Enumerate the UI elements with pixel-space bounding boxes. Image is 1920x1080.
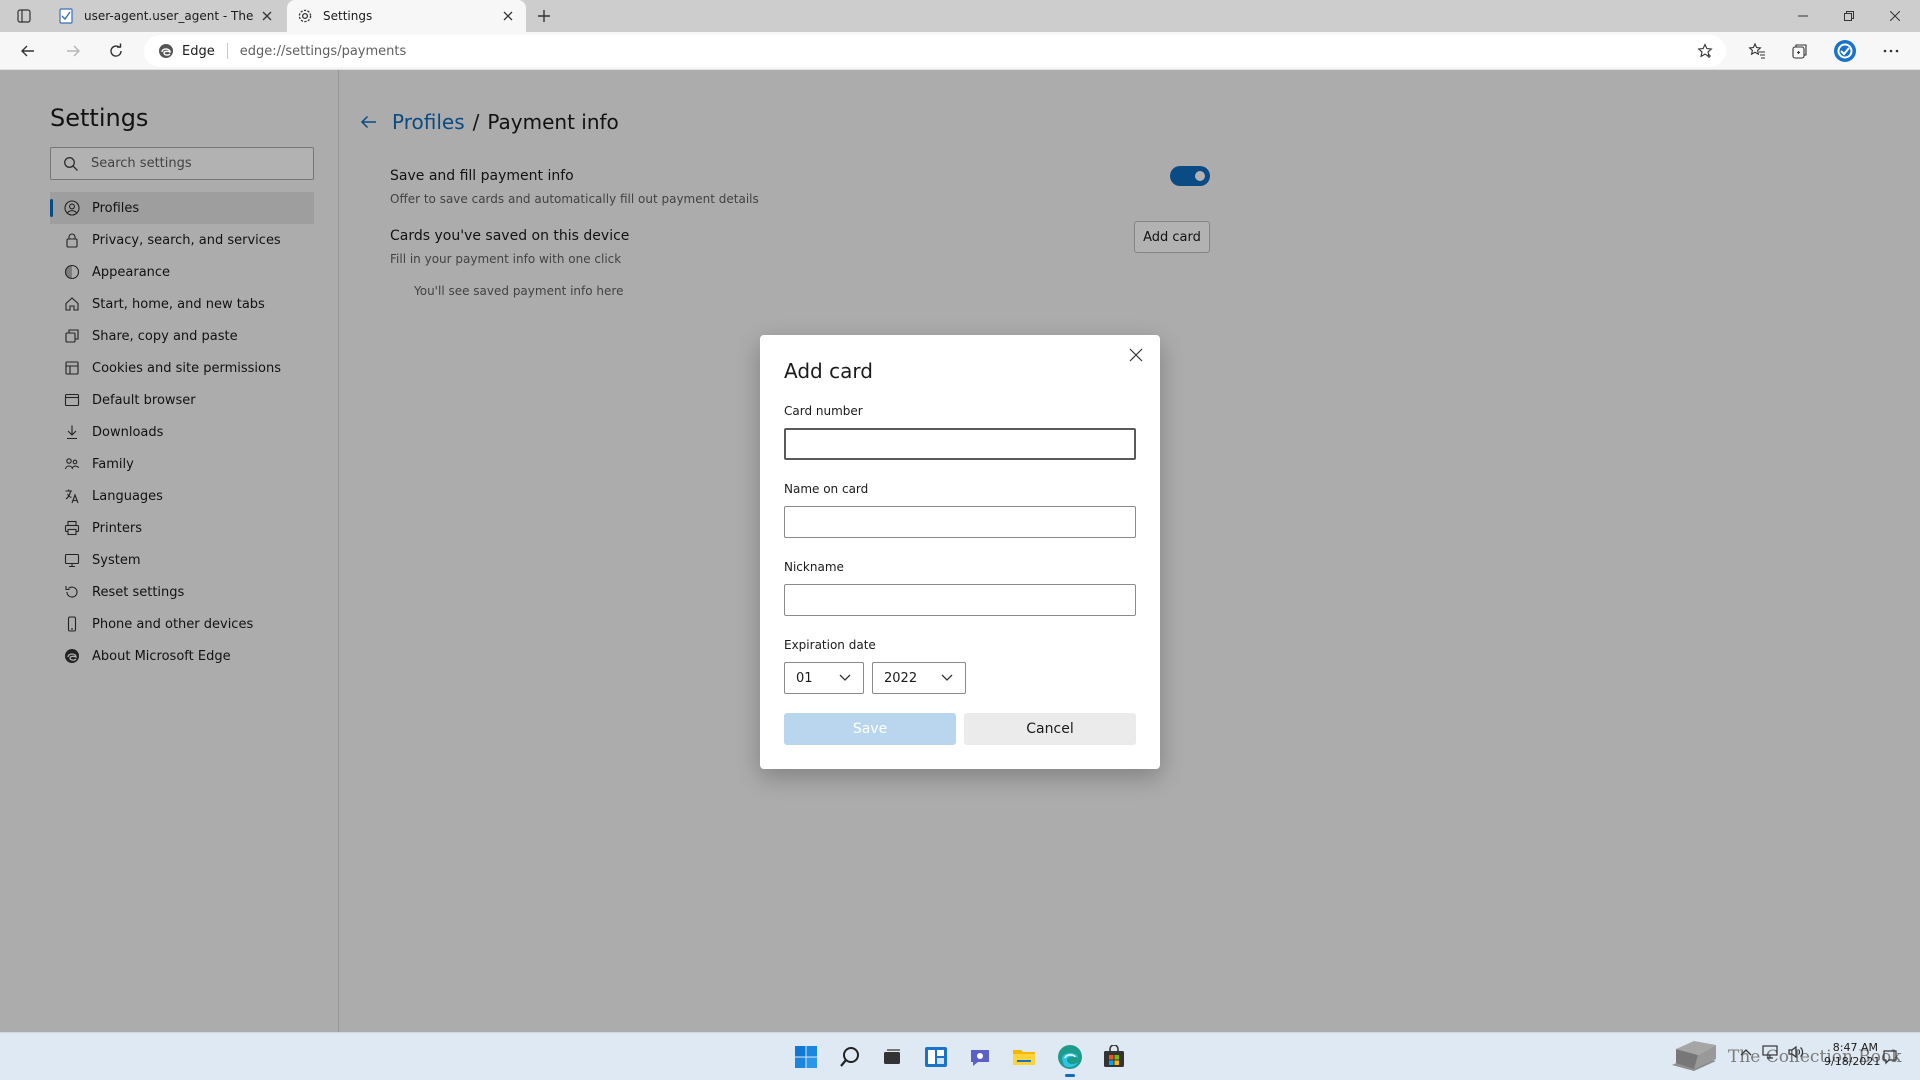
add-card-dialog: Add card Card number Name on card Nickna… (760, 335, 1160, 769)
chevron-up-icon[interactable] (1740, 1048, 1752, 1056)
collections-icon (1792, 44, 1807, 59)
card-number-input[interactable] (784, 428, 1136, 460)
arrow-left-icon (21, 45, 34, 57)
url-text[interactable]: edge://settings/payments (240, 44, 407, 59)
book-logo-icon (1672, 1041, 1716, 1071)
edge-logo-icon (159, 44, 173, 58)
gear-icon (297, 8, 313, 24)
widgets-icon[interactable] (920, 1041, 952, 1073)
name-on-card-label: Name on card (784, 482, 869, 496)
notification-icon[interactable] (1880, 1047, 1900, 1067)
collections-button[interactable] (1785, 37, 1815, 65)
name-on-card-input[interactable] (784, 506, 1136, 538)
year-value: 2022 (884, 670, 918, 686)
address-separator (226, 43, 228, 59)
chevron-down-icon (837, 670, 853, 686)
address-toolbar: Edge edge://settings/payments (0, 32, 1920, 70)
favorites-icon (1748, 42, 1765, 59)
new-tab-button[interactable] (532, 4, 556, 28)
close-icon (1890, 11, 1900, 21)
nickname-label: Nickname (784, 560, 844, 574)
avatar-icon (1834, 40, 1856, 62)
document-icon (58, 8, 74, 24)
volume-icon[interactable] (1788, 1045, 1804, 1059)
tab-user-agent[interactable]: user-agent.user_agent - The Coll (48, 0, 285, 32)
add-favorite-icon[interactable] (1694, 40, 1716, 62)
dialog-close-button[interactable] (1122, 341, 1150, 369)
close-window-button[interactable] (1872, 0, 1918, 32)
minimize-icon (1798, 15, 1808, 17)
clock-date: 9/18/2021 (1824, 1055, 1881, 1068)
close-icon (1129, 348, 1143, 362)
site-identity: Edge (182, 43, 215, 59)
network-icon[interactable] (1762, 1045, 1778, 1059)
plus-icon (538, 10, 550, 22)
save-button[interactable]: Save (784, 713, 956, 745)
close-tab-icon[interactable] (257, 6, 277, 26)
expiration-month-select[interactable]: 01 (784, 662, 864, 694)
close-tab-icon[interactable] (498, 6, 518, 26)
expiration-date-label: Expiration date (784, 638, 876, 652)
profile-button[interactable] (1830, 37, 1860, 65)
restore-icon (1844, 11, 1854, 21)
more-icon (1883, 49, 1899, 53)
arrow-right-icon (67, 45, 80, 57)
more-options-button[interactable] (1876, 37, 1906, 65)
refresh-icon (110, 43, 122, 57)
favorites-button[interactable] (1742, 37, 1772, 65)
refresh-button[interactable] (101, 37, 131, 65)
dialog-title: Add card (784, 359, 873, 383)
back-button[interactable] (13, 37, 43, 65)
clock[interactable]: 8:47 AM 9/18/2021 (1824, 1041, 1881, 1069)
address-bar[interactable]: Edge edge://settings/payments (144, 35, 1726, 67)
tab-title: user-agent.user_agent - The Coll (84, 9, 257, 23)
task-view-icon[interactable] (876, 1041, 908, 1073)
tab-settings[interactable]: Settings (287, 0, 526, 32)
cancel-button[interactable]: Cancel (964, 713, 1136, 745)
chevron-down-icon (939, 670, 955, 686)
chat-icon[interactable] (964, 1041, 996, 1073)
tab-title: Settings (323, 9, 373, 23)
system-tray (1740, 1045, 1804, 1059)
tab-strip: user-agent.user_agent - The Coll Setting… (0, 0, 1920, 32)
month-value: 01 (796, 670, 813, 686)
file-explorer-icon[interactable] (1008, 1041, 1040, 1073)
forward-button[interactable] (58, 37, 88, 65)
taskbar: The Collection Book 8:47 AM 9/18/2021 (0, 1032, 1920, 1080)
expiration-year-select[interactable]: 2022 (872, 662, 966, 694)
edge-taskbar-icon[interactable] (1054, 1041, 1086, 1077)
tab-actions-icon[interactable] (12, 6, 36, 26)
minimize-button[interactable] (1780, 0, 1826, 32)
start-icon[interactable] (790, 1041, 822, 1073)
clock-time: 8:47 AM (1832, 1041, 1878, 1054)
search-icon[interactable] (834, 1041, 866, 1073)
store-icon[interactable] (1098, 1041, 1130, 1073)
nickname-input[interactable] (784, 584, 1136, 616)
card-number-label: Card number (784, 404, 863, 418)
restore-button[interactable] (1826, 0, 1872, 32)
